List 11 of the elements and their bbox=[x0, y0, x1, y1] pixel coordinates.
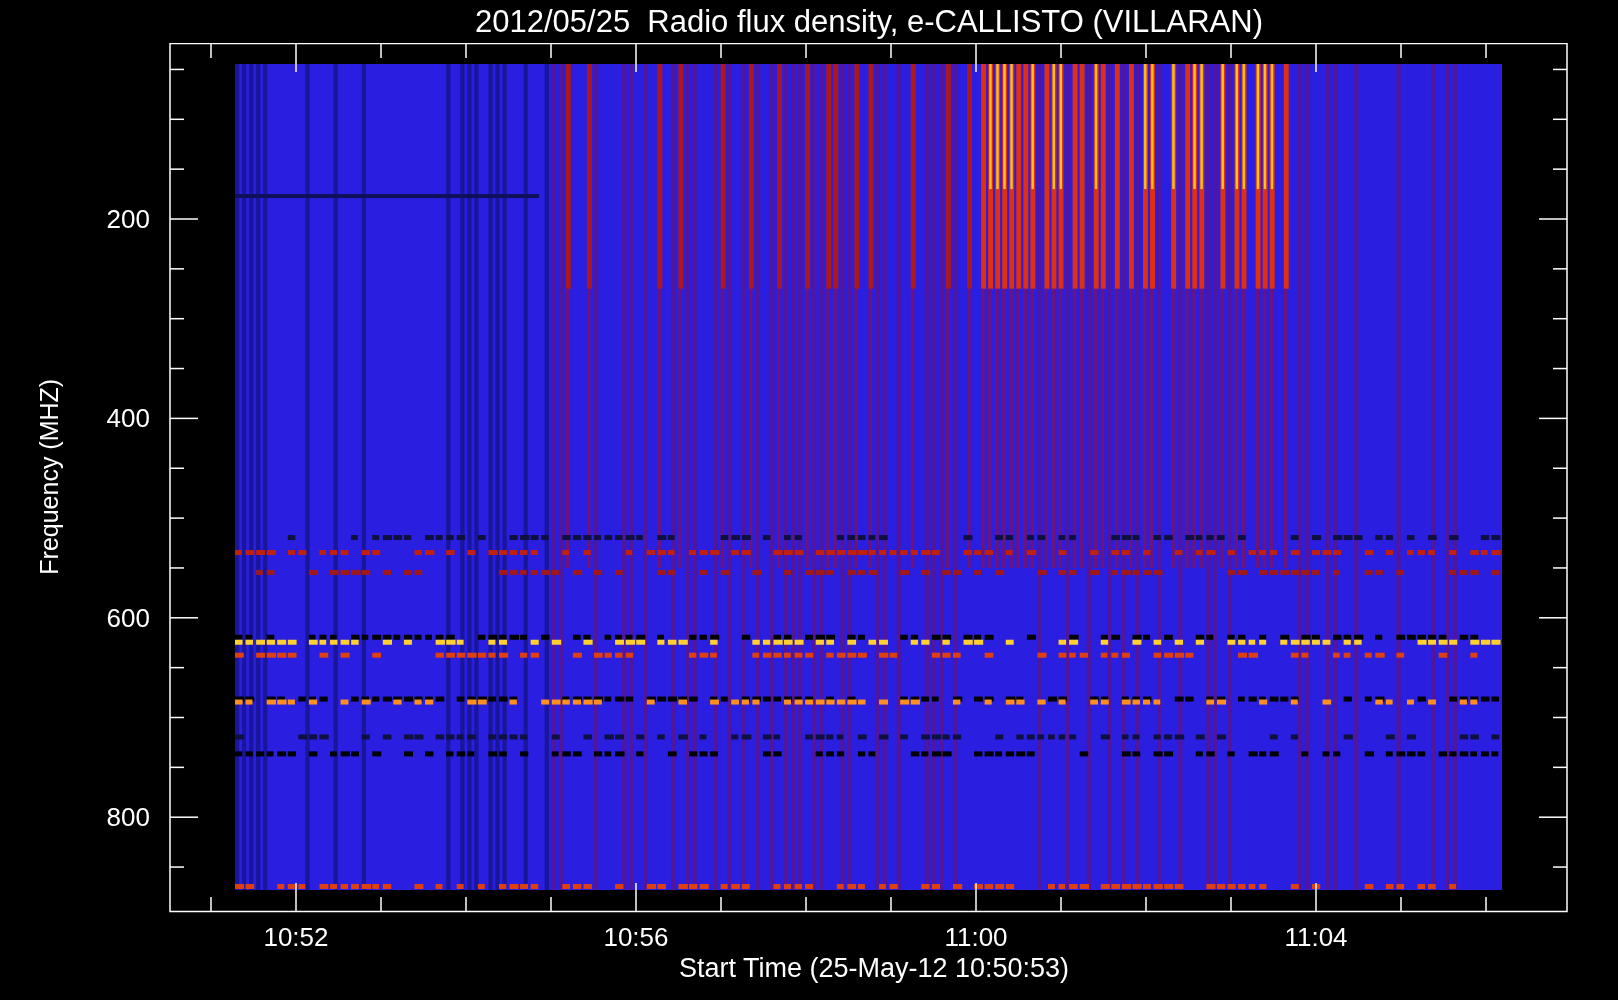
y-tick-label: 800 bbox=[106, 802, 150, 833]
x-tick-label: 11:00 bbox=[944, 922, 1008, 952]
x-tick-label: 10:52 bbox=[263, 922, 329, 952]
y-tick-label: 400 bbox=[106, 403, 150, 434]
x-axis-label: Start Time (25-May-12 10:50:53) bbox=[678, 955, 1070, 982]
y-tick-label: 600 bbox=[106, 602, 150, 633]
y-axis-label: Frequency (MHZ) bbox=[34, 379, 65, 575]
chart-title: 2012/05/25 Radio flux density, e-CALLISTO (VILLARAN) bbox=[474, 6, 1263, 37]
x-tick-label: 10:56 bbox=[603, 922, 669, 952]
y-tick-label: 200 bbox=[106, 204, 150, 234]
x-tick-label: 11:04 bbox=[1284, 922, 1348, 952]
